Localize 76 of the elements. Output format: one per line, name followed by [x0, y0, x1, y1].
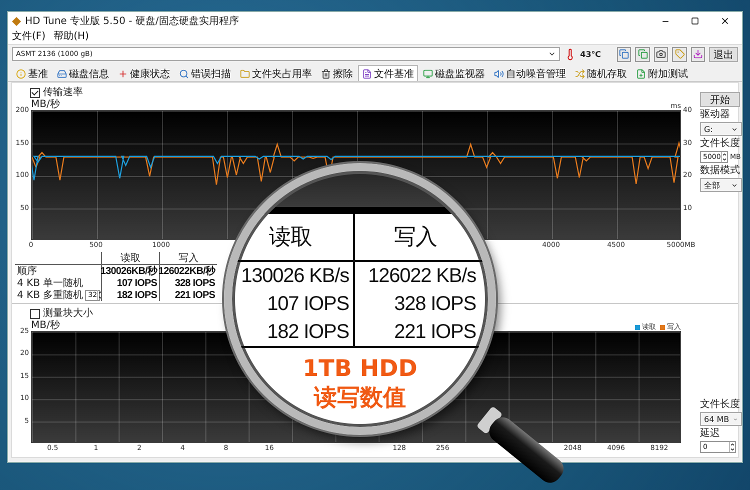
tab-icon — [575, 68, 585, 78]
tab-icon — [118, 68, 128, 78]
table-cell: 107 IOPS — [116, 278, 157, 288]
column-header: 读取 — [269, 223, 312, 251]
table-cell: 182 IOPS — [267, 320, 349, 344]
tab[interactable]: 磁盘监视器 — [419, 65, 489, 81]
app-icon — [12, 16, 21, 26]
table-cell: 107 IOPS — [267, 292, 349, 316]
tab[interactable]: 自动噪音管理 — [490, 65, 570, 81]
chevron-down-icon — [733, 416, 738, 422]
checkbox-label: 测量块大小 — [43, 308, 93, 319]
field-label: 数据模式 — [700, 165, 741, 176]
tab-icon — [57, 68, 67, 78]
chevron-down-icon — [548, 50, 556, 58]
tab[interactable]: 附加测试 — [632, 65, 692, 81]
window-title: HD Tune 专业版 5.50 - 硬盘/固态硬盘实用程序 — [25, 14, 240, 28]
camera-icon — [656, 49, 666, 59]
caption-text: 读写数值 — [314, 385, 406, 412]
tab[interactable]: 随机存取 — [571, 65, 631, 81]
table-cell: 328 IOPS — [394, 292, 476, 316]
download-icon — [692, 49, 703, 59]
tab[interactable]: 磁盘信息 — [53, 65, 113, 81]
restore-icon — [691, 17, 699, 25]
checkbox[interactable] — [30, 88, 40, 98]
camera-button[interactable] — [654, 46, 668, 62]
table-cell: 182 IOPS — [116, 290, 157, 300]
temperature-reading: 43℃ — [580, 50, 601, 58]
column-header: 写入 — [394, 223, 437, 251]
drive-letter-select[interactable]: G: — [700, 122, 742, 136]
tab-icon — [240, 68, 250, 78]
tab[interactable]: 健康状态 — [114, 65, 174, 81]
menu-item[interactable]: 帮助(H) — [54, 31, 89, 43]
tab[interactable]: 擦除 — [317, 65, 357, 81]
table-cell: 328 IOPS — [174, 278, 215, 288]
table-cell: 126022 KB/s — [368, 264, 476, 288]
checkbox-label: 传输速率 — [43, 87, 83, 98]
field-label: 驱动器 — [700, 109, 731, 120]
tab-icon — [362, 68, 372, 78]
table-cell: 221 IOPS — [394, 320, 476, 344]
tab-icon — [636, 68, 646, 78]
column-header: 写入 — [178, 252, 198, 264]
column-header: 读取 — [120, 252, 140, 264]
close-icon — [720, 16, 730, 26]
row-label: 顺序 — [17, 266, 37, 276]
row-label: 4 KB 单一随机 — [17, 278, 84, 288]
tag-icon — [674, 49, 685, 59]
field-label: 文件长度 — [700, 138, 741, 149]
field-label: 文件长度 — [700, 399, 741, 410]
caption-text: 1TB HDD — [302, 356, 418, 383]
checkbox[interactable] — [30, 308, 40, 318]
tab-icon — [16, 68, 26, 78]
y-axis-unit: MB/秒 — [31, 320, 60, 331]
table-cell: 130026 KB/s — [241, 264, 349, 288]
data-mode-select[interactable]: 全部 — [700, 178, 742, 192]
tab[interactable]: 文件基准 — [358, 65, 418, 81]
tab[interactable]: 文件夹占用率 — [236, 65, 316, 81]
row-label: 4 KB 多重随机 — [17, 290, 84, 300]
tab-icon — [494, 68, 504, 78]
start-button[interactable]: 开始 — [700, 92, 740, 107]
table-cell: 221 IOPS — [174, 290, 215, 300]
tab[interactable]: 错误扫描 — [175, 65, 235, 81]
tab-icon — [179, 68, 189, 78]
chevron-down-icon — [731, 182, 738, 188]
exit-button[interactable]: 退出 — [709, 46, 738, 62]
menu-item[interactable]: 文件(F) — [12, 31, 46, 43]
tab-icon — [423, 68, 433, 78]
download-button[interactable] — [690, 46, 706, 62]
field-label: 延迟 — [700, 428, 721, 439]
chevron-down-icon — [731, 126, 738, 132]
file-length-select[interactable]: 64 MB — [700, 412, 742, 426]
y-axis-unit: MB/秒 — [31, 99, 60, 110]
copy-icon — [638, 49, 648, 59]
tab[interactable]: 基准 — [12, 65, 52, 81]
copy-button[interactable] — [617, 46, 632, 62]
copy-icon — [619, 49, 630, 59]
tab-icon — [321, 68, 331, 78]
